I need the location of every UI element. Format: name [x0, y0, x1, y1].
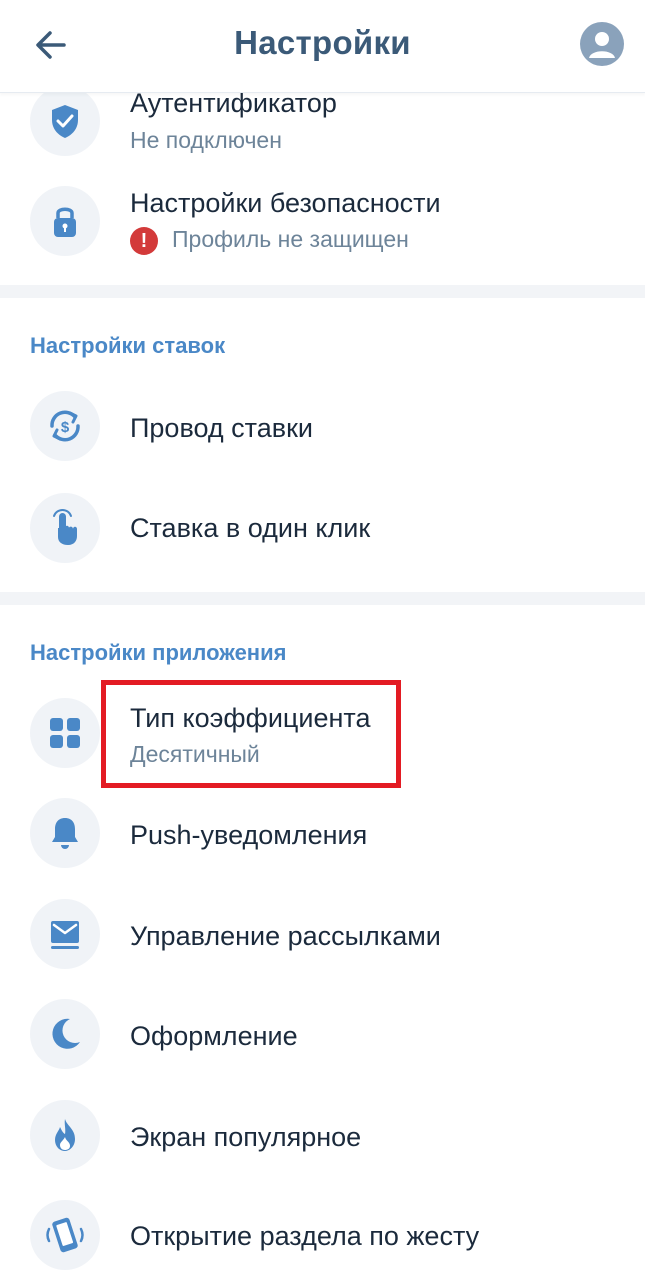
- section-divider: [0, 285, 645, 298]
- shield-check-icon: [52, 105, 78, 138]
- one-click-bet-title: Ставка в один клик: [130, 513, 371, 543]
- moon-icon: [52, 1018, 80, 1049]
- lock-icon: [54, 207, 76, 237]
- push-notifications-title: Push-уведомления: [130, 820, 368, 850]
- mailing-management-item[interactable]: Управление рассылками: [0, 885, 645, 985]
- bell-icon: [52, 818, 78, 849]
- grid-icon: [50, 718, 80, 748]
- currency-refresh-icon: $: [50, 410, 80, 442]
- phone-shake-icon: [46, 1217, 84, 1253]
- security-status-text: Профиль не защищен: [172, 226, 409, 252]
- authenticator-status: Не подключен: [130, 127, 282, 153]
- gesture-icon-circle: [30, 1200, 100, 1270]
- page-title: Настройки: [234, 24, 411, 61]
- popular-screen-title: Экран популярное: [130, 1122, 362, 1152]
- authenticator-icon-circle: [30, 86, 100, 156]
- alert-icon: !: [130, 226, 158, 255]
- coefficient-icon-circle: [30, 698, 100, 768]
- push-notifications-item[interactable]: Push-уведомления: [0, 784, 645, 884]
- section-divider: [0, 592, 645, 605]
- push-icon-circle: [30, 798, 100, 868]
- security-settings-title: Настройки безопасности: [130, 188, 441, 218]
- popular-screen-item[interactable]: Экран популярное: [0, 1086, 645, 1186]
- appearance-item[interactable]: Оформление: [0, 985, 645, 1085]
- mailing-management-title: Управление рассылками: [130, 921, 441, 951]
- security-icon-circle: [30, 186, 100, 256]
- security-settings-item[interactable]: Настройки безопасности ! Профиль не защищ…: [0, 170, 645, 270]
- popular-icon-circle: [30, 1100, 100, 1170]
- one-click-bet-item[interactable]: Ставка в один клик: [0, 477, 645, 577]
- hand-pointer-icon: [53, 509, 77, 545]
- app-header: Настройки: [0, 0, 645, 93]
- mail-icon: [51, 921, 79, 949]
- app-settings-section-title: Настройки приложения: [30, 640, 287, 665]
- bet-route-item[interactable]: $ Провод ставки: [0, 377, 645, 477]
- security-status: ! Профиль не защищен: [130, 226, 409, 255]
- bet-settings-section-title: Настройки ставок: [30, 333, 226, 358]
- mailing-icon-circle: [30, 899, 100, 969]
- bet-route-icon-circle: $: [30, 391, 100, 461]
- profile-button[interactable]: [580, 22, 624, 66]
- highlight-box: [101, 680, 401, 788]
- bet-route-title: Провод ставки: [130, 413, 313, 443]
- gesture-open-item[interactable]: Открытие раздела по жесту: [0, 1185, 645, 1285]
- svg-text:$: $: [61, 419, 70, 436]
- appearance-icon-circle: [30, 999, 100, 1069]
- one-click-icon-circle: [30, 493, 100, 563]
- user-icon: [589, 32, 615, 58]
- gesture-open-title: Открытие раздела по жесту: [130, 1221, 480, 1251]
- flame-icon: [55, 1119, 75, 1151]
- appearance-title: Оформление: [130, 1021, 298, 1051]
